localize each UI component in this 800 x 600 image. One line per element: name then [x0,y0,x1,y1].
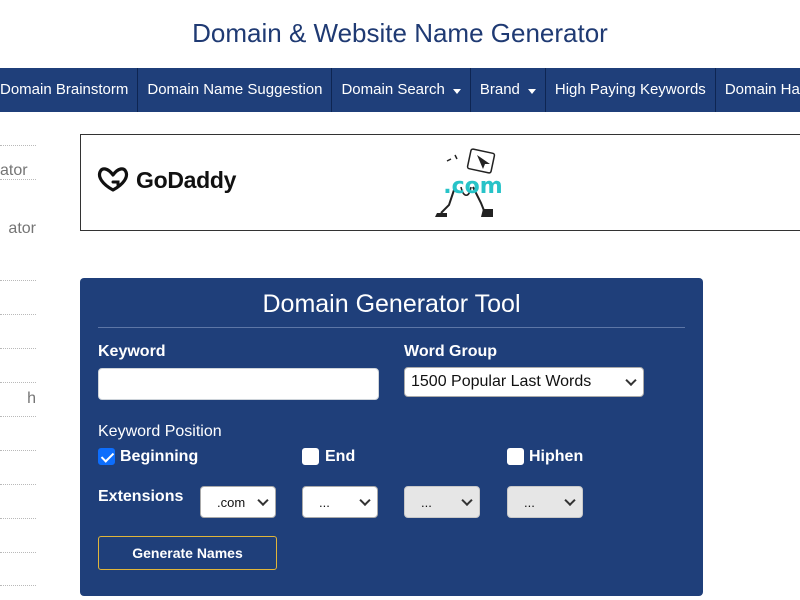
word-group-label: Word Group [404,343,498,360]
sidebar-item[interactable]: ator [0,146,36,180]
nav-domain-name-suggestion[interactable]: Domain Name Suggestion [138,68,333,112]
chevron-down-icon [359,494,371,507]
keyword-input[interactable] [98,368,379,400]
sidebar-item[interactable] [0,518,36,553]
sidebar-item[interactable] [0,382,36,417]
godaddy-g-icon [97,167,129,192]
sidebar-item[interactable] [0,484,36,519]
extensions-label: Extensions [98,488,184,505]
site-title: Domain & Website Name Generator [192,18,608,48]
sidebar-item[interactable] [0,314,36,349]
extension-value: .com [217,494,246,510]
extension-select-4: ... [507,486,583,518]
keyword-label: Keyword [98,343,166,360]
nav-high-paying-keywords[interactable]: High Paying Keywords [546,68,716,112]
domain-generator-panel: Domain Generator Tool Keyword Word Group… [80,278,703,596]
nav-label: Brand [479,81,520,98]
extension-value: ... [524,494,535,510]
caret-down-icon [527,88,536,94]
extension-select-1[interactable]: .com [200,486,276,518]
nav-label: Domain Name Suggestion [147,81,323,98]
chevron-down-icon [257,494,269,507]
sidebar-item[interactable] [0,280,36,315]
main-navbar: Domain Brainstorm Domain Name Suggestion… [0,68,800,112]
caret-down-icon [452,88,461,94]
godaddy-logo: GoDaddy [96,166,236,194]
sidebar-item-label: ator [8,220,36,237]
tool-title: Domain Generator Tool [262,290,521,318]
sidebar-item[interactable] [0,450,36,485]
title-divider [98,327,685,328]
sidebar-item[interactable] [0,112,36,146]
sidebar-item[interactable] [0,348,36,383]
hiphen-label[interactable]: Hiphen [529,448,583,466]
godaddy-ad-banner[interactable]: GoDaddy .com [80,134,800,231]
nav-domain-ha[interactable]: Domain Ha [716,68,800,112]
nav-label: Domain Ha [724,81,800,98]
keyword-position-label: Keyword Position [98,423,222,440]
beginning-checkbox[interactable] [98,448,115,465]
nav-domain-search[interactable]: Domain Search [332,68,471,112]
chevron-down-icon [564,494,576,507]
extension-value: ... [319,494,330,510]
end-checkbox[interactable] [302,448,319,465]
sidebar: ator ator h [0,112,36,600]
nav-label: Domain Brainstorm [0,81,129,98]
sidebar-item[interactable] [0,416,36,451]
end-label[interactable]: End [325,448,355,466]
sidebar-item[interactable] [0,246,36,281]
extension-select-2[interactable]: ... [302,486,378,518]
word-group-value: 1500 Popular Last Words [411,373,592,390]
extension-value: ... [421,494,432,510]
word-group-select[interactable]: 1500 Popular Last Words [404,367,644,397]
nav-label: High Paying Keywords [554,81,706,98]
hiphen-checkbox[interactable] [507,448,524,465]
chevron-down-icon [461,494,473,507]
nav-domain-brainstorm[interactable]: Domain Brainstorm [0,68,139,112]
sidebar-item[interactable] [0,552,36,586]
dot-com-text: .com [443,174,502,199]
chevron-down-icon [625,374,637,387]
nav-brand[interactable]: Brand [471,68,546,112]
generate-names-button[interactable]: Generate Names [98,536,277,570]
dot-com-illustration: .com [435,148,503,217]
godaddy-wordmark: GoDaddy [136,166,237,193]
beginning-label[interactable]: Beginning [120,448,198,466]
extension-select-3: ... [404,486,480,518]
nav-label: Domain Search [341,81,445,98]
